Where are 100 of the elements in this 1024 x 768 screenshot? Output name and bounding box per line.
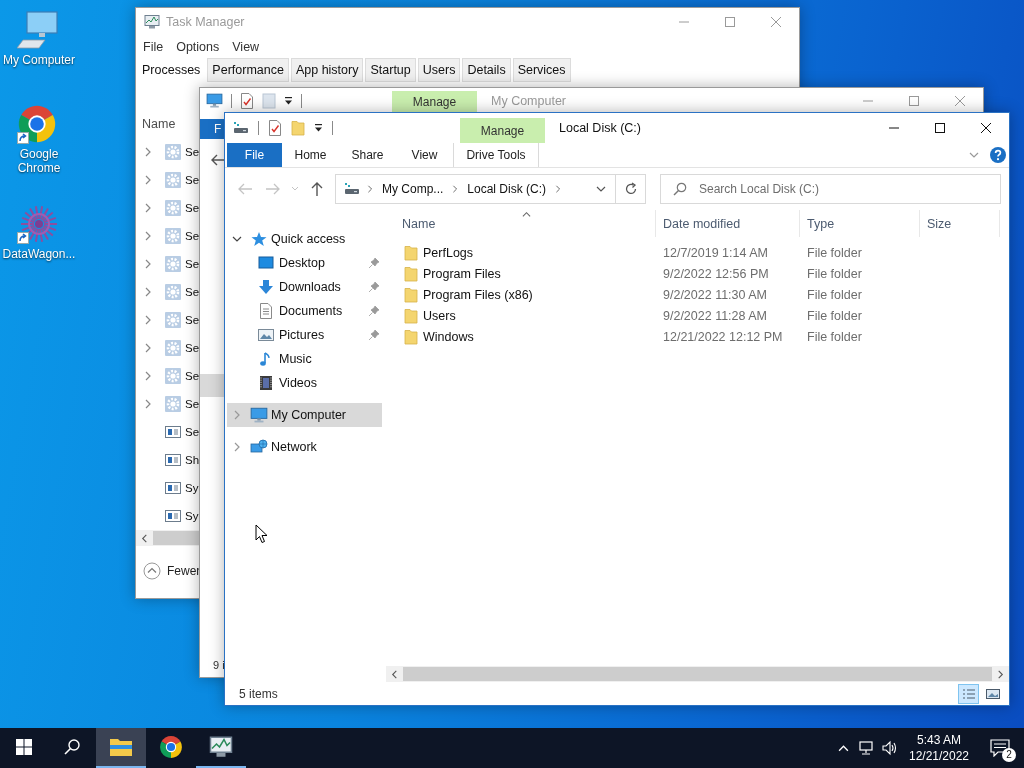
- large-icons-view-icon: [985, 687, 1000, 700]
- notification-count-badge: 2: [1002, 748, 1016, 762]
- expand-chevron-icon: [232, 234, 242, 244]
- column-header[interactable]: Name: [142, 117, 176, 131]
- folder-icon: [404, 286, 418, 303]
- help-icon[interactable]: [990, 147, 1006, 163]
- ribbon-tab[interactable]: Home: [282, 143, 339, 167]
- file-tab[interactable]: F: [200, 119, 225, 139]
- tab[interactable]: Startup: [365, 58, 416, 82]
- date-modified: 12/7/2019 1:14 AM: [663, 245, 768, 260]
- computer-icon: [250, 406, 268, 424]
- menu-item[interactable]: View: [227, 40, 265, 54]
- process-name: Se: [185, 202, 200, 214]
- file-name[interactable]: Windows: [423, 329, 474, 344]
- caret-icon: [596, 184, 606, 194]
- gear-icon: [165, 256, 181, 272]
- menu-item[interactable]: File: [138, 40, 169, 54]
- close-icon: [981, 123, 991, 133]
- computer-icon: [206, 92, 223, 109]
- pin-icon: [368, 281, 380, 293]
- folder-icon: [109, 737, 133, 757]
- nav-item[interactable]: My Computer: [227, 403, 382, 427]
- address-bar[interactable]: My Comp... Local Disk (C:): [335, 174, 616, 204]
- tab[interactable]: Performance: [207, 58, 289, 82]
- column-header[interactable]: Name: [402, 216, 436, 231]
- tab[interactable]: Services: [512, 58, 571, 82]
- computer-icon: [17, 10, 61, 50]
- refresh-icon: [623, 182, 638, 196]
- process-name: Se: [185, 342, 200, 354]
- process-name: Se: [185, 398, 200, 410]
- caret-icon: [837, 742, 849, 754]
- gear-icon: [165, 228, 181, 244]
- download-arrow-icon: [258, 279, 274, 295]
- nav-item[interactable]: Music: [227, 347, 382, 371]
- nav-item[interactable]: Desktop: [227, 251, 382, 275]
- properties-icon: [240, 92, 254, 109]
- tab[interactable]: App history: [290, 58, 364, 82]
- gear-icon: [165, 368, 181, 384]
- gear-icon: [165, 396, 181, 412]
- breadcrumb[interactable]: My Comp...: [380, 182, 446, 196]
- process-name: Se: [185, 258, 200, 270]
- sort-caret-icon: [522, 210, 531, 219]
- process-name: Sy: [185, 510, 199, 522]
- nav-item[interactable]: Videos: [227, 371, 382, 395]
- nav-item[interactable]: Quick access: [227, 227, 382, 251]
- file-name[interactable]: Program Files: [423, 266, 501, 281]
- ribbon-tab[interactable]: Share: [339, 143, 396, 167]
- file-name[interactable]: Users: [423, 308, 456, 323]
- chrome-icon: [159, 735, 183, 759]
- close-icon: [771, 17, 781, 27]
- task-manager-icon: [209, 735, 233, 759]
- customize-dropdown-icon: [314, 123, 323, 133]
- gear-icon: [165, 340, 181, 356]
- details-view-icon: [961, 687, 976, 700]
- file-tab[interactable]: File: [227, 143, 282, 167]
- column-header[interactable]: Date modified: [663, 216, 741, 231]
- properties-icon: [268, 120, 282, 136]
- context-tab-header: Manage: [392, 91, 477, 113]
- notification-button[interactable]: 2: [976, 728, 1024, 768]
- window-title: Local Disk (C:): [559, 121, 641, 135]
- speaker-icon: [882, 740, 898, 756]
- tab[interactable]: Users: [417, 58, 461, 82]
- app-window-icon: [165, 424, 181, 440]
- folder-icon: [404, 328, 418, 345]
- column-header[interactable]: Size: [927, 216, 952, 231]
- search-field[interactable]: Search Local Disk (C:): [660, 174, 1001, 204]
- nav-item[interactable]: Network: [227, 435, 382, 459]
- menu-item[interactable]: Options: [171, 40, 225, 54]
- file-name[interactable]: Program Files (x86): [423, 287, 533, 302]
- file-type: File folder: [807, 245, 862, 260]
- chevron-icon: [390, 669, 399, 679]
- clock[interactable]: 5:43 AM 12/21/2022: [902, 728, 976, 768]
- nav-item[interactable]: Downloads: [227, 275, 382, 299]
- nav-item[interactable]: Documents: [227, 299, 382, 323]
- file-type: File folder: [807, 308, 862, 323]
- nav-item[interactable]: Pictures: [227, 323, 382, 347]
- refresh-button[interactable]: [616, 174, 646, 204]
- taskbar-app-button[interactable]: [96, 728, 146, 768]
- folder-icon: [404, 307, 418, 324]
- date-modified: 9/2/2022 11:30 AM: [663, 287, 768, 302]
- date-modified: 12/21/2022 12:12 PM: [663, 329, 783, 344]
- column-header[interactable]: Type: [807, 216, 835, 231]
- process-name: Se: [185, 426, 200, 438]
- file-name[interactable]: PerfLogs: [423, 245, 474, 260]
- cursor-icon: [255, 524, 268, 544]
- caret-icon: [291, 186, 299, 192]
- pin-icon: [368, 257, 380, 269]
- collapse-circle-icon: [143, 562, 161, 580]
- file-type: File folder: [807, 266, 862, 281]
- fewer-details-link[interactable]: Fewer: [167, 564, 201, 578]
- network-icon: [250, 439, 268, 455]
- chrome-icon: [17, 104, 57, 144]
- folder-icon: [404, 244, 418, 261]
- scrollbar-thumb[interactable]: [403, 667, 992, 681]
- tab[interactable]: Details: [462, 58, 511, 82]
- expand-ribbon-icon: [969, 150, 979, 160]
- windows-logo-icon: [16, 739, 32, 755]
- breadcrumb[interactable]: Local Disk (C:): [465, 182, 549, 196]
- ribbon-tab[interactable]: View: [396, 143, 453, 167]
- search-icon: [64, 739, 80, 755]
